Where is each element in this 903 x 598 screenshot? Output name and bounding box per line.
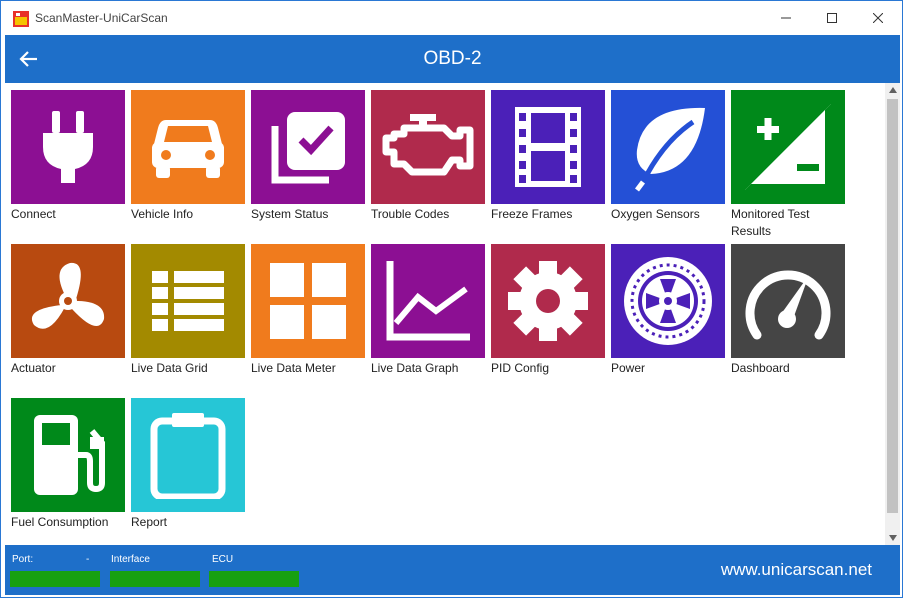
ecu-label: ECU	[212, 554, 234, 565]
tile-pid-config[interactable]: PID Config	[491, 244, 605, 377]
tile-vehicle-info[interactable]: Vehicle Info	[131, 90, 245, 223]
scroll-up-button[interactable]	[885, 83, 900, 97]
close-icon	[873, 13, 883, 23]
page-title: OBD-2	[423, 48, 482, 69]
tile-freeze-frames-square	[491, 90, 605, 204]
minimize-button[interactable]	[763, 1, 809, 35]
tile-freeze-frames[interactable]: Freeze Frames	[491, 90, 605, 223]
tile-fuel-consumption-square	[11, 398, 125, 512]
tile-label: Dashboard	[731, 361, 790, 375]
tile-dashboard-square	[731, 244, 845, 358]
tile-label: Power	[611, 361, 646, 375]
maximize-icon	[827, 13, 837, 23]
port-status-bar	[10, 571, 100, 587]
tile-label: Oxygen Sensors	[611, 207, 700, 221]
tile-fuel-consumption[interactable]: Fuel Consumption	[11, 398, 125, 531]
window-title: ScanMaster-UniCarScan	[35, 11, 168, 25]
tile-label: Monitored Test Results	[731, 207, 810, 238]
tile-label: Fuel Consumption	[11, 515, 109, 529]
leaf-icon	[635, 107, 705, 192]
tile-oxygen-sensors-square	[611, 90, 725, 204]
close-button[interactable]	[855, 1, 901, 35]
tile-connect-square	[11, 90, 125, 204]
wheel-icon	[624, 257, 712, 345]
tile-live-data-graph[interactable]: Live Data Graph	[371, 244, 485, 377]
tile-label: PID Config	[491, 361, 550, 375]
tile-live-data-meter[interactable]: Live Data Meter	[251, 244, 365, 377]
tile-trouble-codes-square	[371, 90, 485, 204]
tile-live-data-grid-square	[131, 244, 245, 358]
plug-icon	[43, 111, 93, 183]
tile-monitored-test-results-square	[731, 90, 845, 204]
chevron-up-icon	[888, 87, 897, 93]
tile-label: Actuator	[11, 361, 56, 375]
tile-label: Vehicle Info	[131, 207, 194, 221]
interface-status-bar	[110, 571, 200, 587]
tile-system-status-square	[251, 90, 365, 204]
minimize-icon	[781, 17, 791, 19]
tile-label: Live Data Grid	[131, 361, 208, 375]
tile-grid: Connect Vehicle Info System Status Troub…	[5, 83, 884, 545]
tile-power-square	[611, 244, 725, 358]
tile-system-status[interactable]: System Status	[251, 90, 365, 223]
tile-dashboard[interactable]: Dashboard	[731, 244, 845, 377]
fan-icon	[31, 262, 105, 329]
line-graph-icon	[386, 261, 470, 341]
tile-connect[interactable]: Connect	[11, 90, 125, 223]
gear-icon	[508, 261, 588, 341]
status-bar: Port: - Interface ECU www.unicarscan.net	[5, 545, 900, 595]
scroll-thumb[interactable]	[887, 99, 898, 513]
tile-label: Report	[131, 515, 168, 529]
tile-power[interactable]: Power	[611, 244, 725, 377]
car-icon	[152, 120, 224, 178]
tile-oxygen-sensors[interactable]: Oxygen Sensors	[611, 90, 725, 223]
tile-monitored-test-results[interactable]: Monitored Test Results	[731, 90, 845, 240]
tile-label: Connect	[11, 207, 56, 221]
tile-label: Live Data Meter	[251, 361, 336, 375]
plus-minus-icon	[745, 104, 831, 190]
app-header: OBD-2	[5, 35, 900, 83]
ecu-status-bar	[209, 571, 299, 587]
scroll-down-button[interactable]	[885, 531, 900, 545]
checkbox-icon	[271, 112, 345, 184]
app-window: ScanMaster-UniCarScan OBD-2 Connect Vehi…	[0, 0, 903, 598]
interface-label: Interface	[111, 554, 150, 565]
tile-trouble-codes[interactable]: Trouble Codes	[371, 90, 485, 223]
chevron-down-icon	[888, 535, 897, 541]
tile-report[interactable]: Report	[131, 398, 245, 531]
tile-report-square	[131, 398, 245, 512]
tile-live-data-grid[interactable]: Live Data Grid	[131, 244, 245, 377]
website-link[interactable]: www.unicarscan.net	[721, 560, 872, 580]
tile-actuator[interactable]: Actuator	[11, 244, 125, 377]
port-value: -	[86, 554, 90, 565]
title-bar: ScanMaster-UniCarScan	[1, 1, 902, 35]
fuel-pump-icon	[34, 415, 105, 495]
app-logo-icon	[13, 11, 29, 27]
tile-pid-config-square	[491, 244, 605, 358]
tile-label: Live Data Graph	[371, 361, 459, 375]
tile-live-data-graph-square	[371, 244, 485, 358]
gauge-icon	[745, 270, 831, 340]
tile-vehicle-info-square	[131, 90, 245, 204]
clipboard-icon	[150, 413, 226, 499]
list-grid-icon	[152, 271, 224, 331]
tile-actuator-square	[11, 244, 125, 358]
maximize-button[interactable]	[809, 1, 855, 35]
tile-label: Trouble Codes	[371, 207, 450, 221]
port-label: Port:	[12, 554, 34, 565]
vertical-scrollbar[interactable]	[885, 83, 900, 545]
tile-live-data-meter-square	[251, 244, 365, 358]
film-icon	[515, 107, 581, 187]
tile-label: System Status	[251, 207, 329, 221]
tile-label: Freeze Frames	[491, 207, 573, 221]
engine-icon	[382, 114, 474, 176]
four-squares-icon	[270, 263, 346, 339]
